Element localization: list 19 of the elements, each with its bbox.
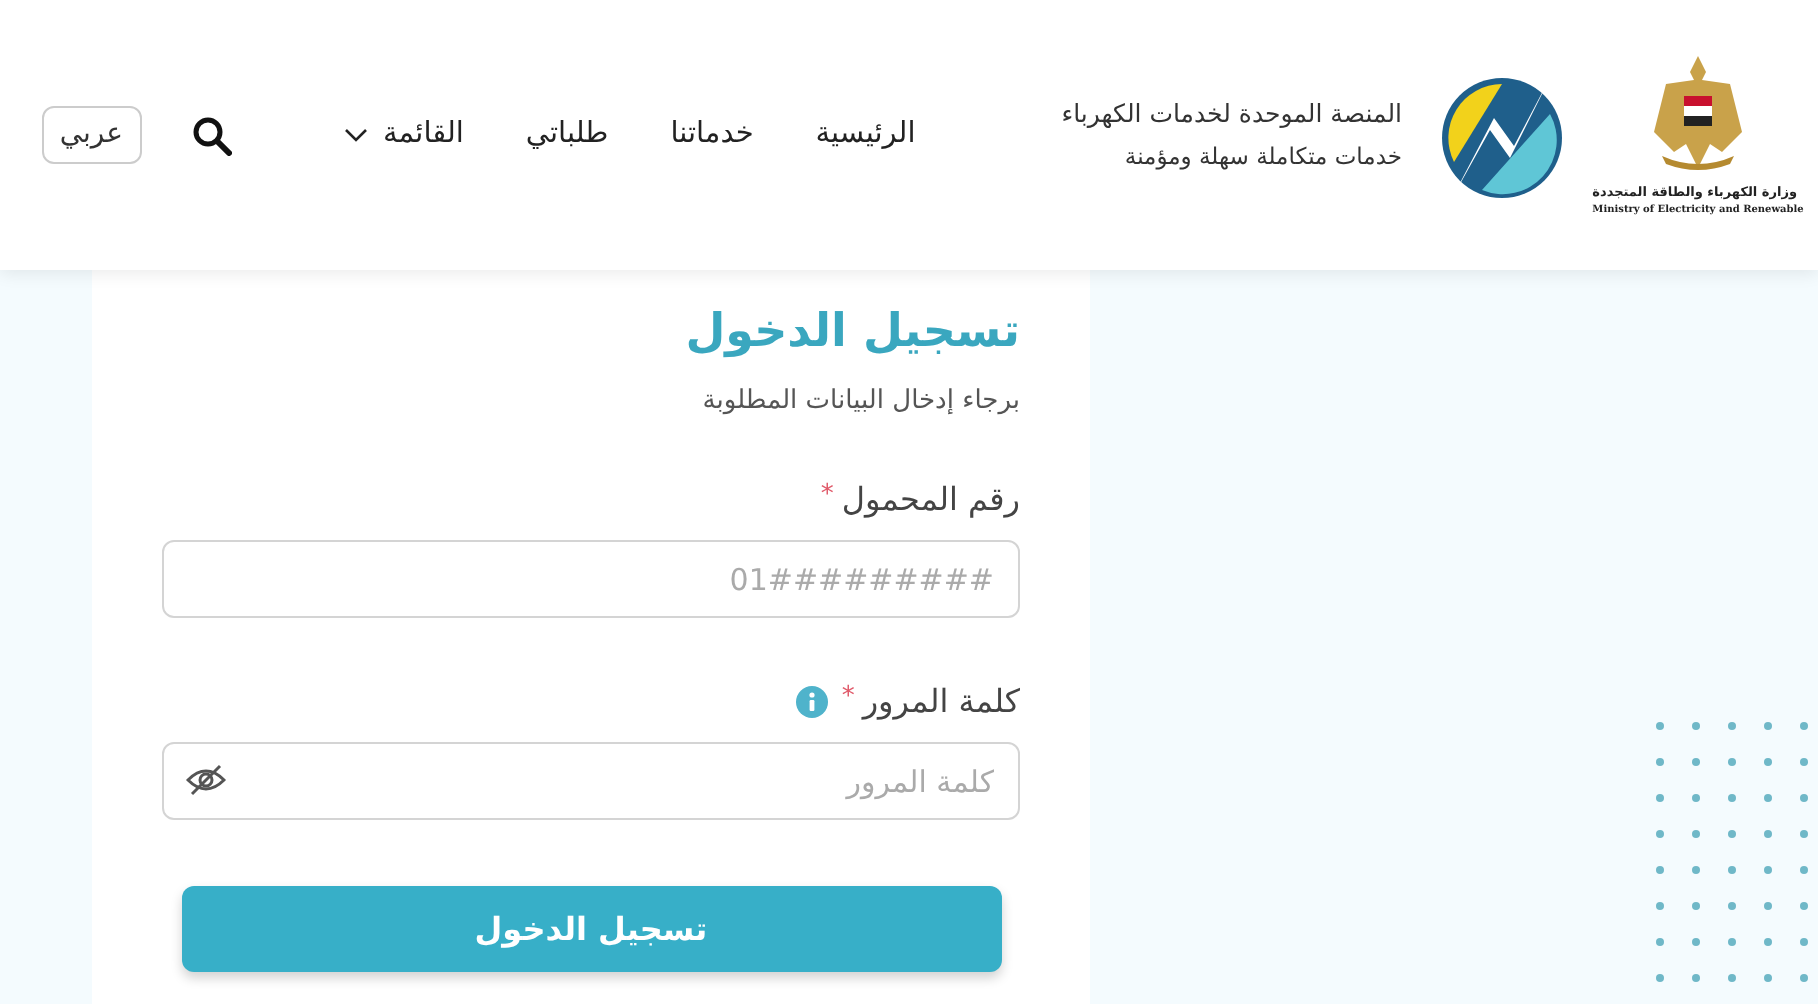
- platform-title: المنصة الموحدة لخدمات الكهرباء: [1061, 95, 1402, 132]
- field-label: كلمة المرور: [862, 680, 1020, 725]
- login-title: تسجيل الدخول: [683, 306, 1020, 362]
- required-mark: *: [841, 680, 855, 717]
- platform-tagline: خدمات متكاملة سهلة ومؤمنة: [1122, 140, 1402, 175]
- eagle-emblem-icon: [1650, 51, 1746, 176]
- nav-link[interactable]: الرئيسية: [815, 113, 916, 157]
- required-mark: *: [820, 478, 834, 515]
- search-icon[interactable]: [191, 115, 232, 155]
- field-label: رقم المحمول: [841, 478, 1020, 523]
- nav-link[interactable]: طلباتي: [525, 113, 609, 157]
- menu-dropdown[interactable]: القائمة: [343, 113, 464, 157]
- eye-slash-icon[interactable]: [186, 764, 226, 797]
- password-field[interactable]: كلمة المرور: [162, 742, 1020, 821]
- language-button[interactable]: عربي: [41, 106, 142, 164]
- phone-field[interactable]: 01#########: [162, 540, 1020, 619]
- chevron-down-icon: [343, 127, 368, 143]
- nav-link[interactable]: خدماتنا: [670, 113, 754, 157]
- login-subtitle: برجاء إدخال البيانات المطلوبة: [700, 383, 1020, 420]
